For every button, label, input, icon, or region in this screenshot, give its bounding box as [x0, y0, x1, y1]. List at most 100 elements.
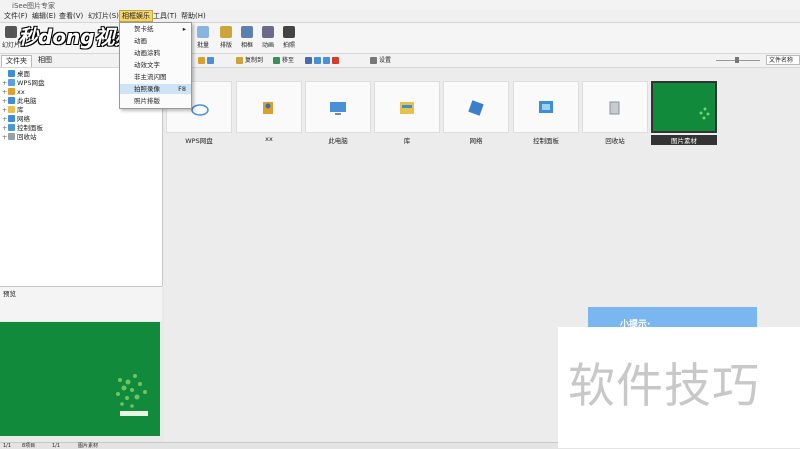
menu-slideshow[interactable]: 幻灯片(S)	[86, 11, 121, 21]
shortcut-label: F8	[178, 85, 186, 93]
thumbnail-label: WPS网盘	[185, 137, 213, 145]
filename-search-input[interactable]: 文件名称	[766, 55, 800, 65]
thumbnail-user[interactable]	[236, 81, 302, 133]
slideshow-icon	[5, 26, 17, 38]
animation-label: 动画	[261, 42, 274, 49]
thumbnail-network[interactable]	[443, 81, 509, 133]
control-panel-icon	[8, 124, 15, 131]
thumbnail-label: xx	[265, 135, 273, 143]
frame-fun-dropdown: 贺卡纸 ▸ 动画 动画涂鸦 动效文字 非主流闪图 拍照录像 F8 照片排版	[119, 22, 192, 109]
menu-item-label: 非主流闪图	[134, 73, 167, 81]
menu-item-photo-layout[interactable]: 照片排版	[120, 96, 191, 106]
tree-item-control-panel[interactable]: + 控制面板	[2, 124, 43, 133]
watermark-text: 软件技巧	[568, 359, 760, 414]
menu-edit[interactable]: 编辑(E)	[30, 11, 58, 21]
thumbnail-this-pc[interactable]	[305, 81, 371, 133]
submenu-arrow-icon: ▸	[182, 25, 186, 33]
image-icon	[699, 107, 710, 120]
baidu-logo-graphic	[116, 374, 148, 416]
watermark-panel: 软件技巧	[558, 327, 800, 448]
batch-button[interactable]: 批量	[194, 26, 212, 49]
frame-icon	[241, 26, 253, 38]
frame-button[interactable]: 相框	[238, 26, 256, 49]
preview-label: 预览	[3, 290, 16, 298]
menu-item-label: 贺卡纸	[134, 25, 154, 33]
menu-item-label: 动画	[134, 37, 147, 45]
thumbnail-recycle-bin[interactable]	[582, 81, 648, 133]
menu-view[interactable]: 查看(V)	[57, 11, 85, 21]
thumbnail-label: 控制面板	[533, 137, 559, 145]
tree-label: 桌面	[17, 70, 30, 78]
folder-up-icon	[198, 57, 205, 64]
user-icon	[263, 102, 273, 114]
menu-file[interactable]: 文件(F)	[2, 11, 30, 21]
video-logo: 秒dong视频	[18, 25, 135, 49]
menu-item-label: 照片排版	[134, 97, 160, 105]
move-to-icon	[273, 57, 280, 64]
tree-item-user[interactable]: + xx	[2, 88, 25, 97]
tip-box: 小提示·	[588, 307, 757, 330]
thumbnail-label: 回收站	[605, 137, 625, 145]
settings-button[interactable]: 设置	[370, 56, 391, 65]
zoom-slider-knob[interactable]	[735, 57, 739, 63]
nav-icons[interactable]	[198, 56, 216, 65]
layout-button[interactable]: 排版	[217, 26, 235, 49]
refresh-icon	[207, 57, 214, 64]
move-to-label: 移至	[282, 57, 295, 64]
tree-label: 库	[17, 106, 24, 114]
move-to-button[interactable]: 移至	[273, 56, 294, 65]
menu-item-animation[interactable]: 动画	[120, 36, 191, 46]
status-selection: 1/1	[52, 443, 61, 449]
network-icon	[8, 115, 15, 122]
tree-item-recycle-bin[interactable]: + 回收站	[2, 133, 37, 142]
tree-item-network[interactable]: + 网络	[2, 115, 30, 124]
tab-folders[interactable]: 文件夹	[1, 55, 32, 67]
menu-tools[interactable]: 工具(T)	[151, 11, 179, 21]
menu-item-label: 动效文字	[134, 61, 160, 69]
layout-icon	[220, 26, 232, 38]
camera-icon	[283, 26, 295, 38]
thumbnail-label: 此电脑	[328, 137, 348, 145]
menu-item-flash-image[interactable]: 非主流闪图	[120, 72, 191, 82]
recycle-bin-icon	[609, 101, 620, 115]
computer-icon	[330, 102, 346, 115]
thumbnail-label: 图片素材	[651, 135, 717, 145]
tab-albums[interactable]: 相图	[34, 55, 56, 66]
thumbnail-image-folder[interactable]	[651, 81, 717, 133]
menu-item-label: 动画涂鸦	[134, 49, 160, 57]
delete-icon	[332, 57, 339, 64]
thumbnail-control-panel[interactable]	[513, 81, 579, 133]
preview-image	[0, 322, 160, 436]
photo-button[interactable]: 拍照	[280, 26, 298, 49]
animation-button[interactable]: 动画	[259, 26, 277, 49]
tree-label: xx	[17, 88, 25, 96]
thumbnail-label: 库	[403, 137, 411, 145]
tree-item-library[interactable]: + 库	[2, 106, 24, 115]
menu-item-animated-doodle[interactable]: 动画涂鸦	[120, 48, 191, 58]
baidu-logo-text	[120, 411, 148, 416]
tools-icon	[370, 57, 377, 64]
network-icon	[468, 100, 484, 116]
menu-item-photo-video[interactable]: 拍照录像 F8	[120, 84, 191, 94]
animation-icon	[262, 26, 274, 38]
menu-item-motion-text[interactable]: 动效文字	[120, 60, 191, 70]
library-icon	[400, 102, 414, 114]
status-count: 8项目	[22, 443, 36, 449]
tree-item-desktop[interactable]: 桌面	[2, 70, 30, 79]
tree-item-wps[interactable]: + WPS网盘	[2, 79, 44, 88]
edit-icons[interactable]	[305, 56, 341, 65]
copy-to-button[interactable]: 复制到	[236, 56, 263, 65]
copy-to-label: 复制到	[245, 57, 264, 64]
menu-item-greeting-card[interactable]: 贺卡纸 ▸	[120, 24, 191, 34]
tree-label: 网络	[17, 115, 30, 123]
tree-item-this-pc[interactable]: + 此电脑	[2, 97, 37, 106]
thumbnail-label: 网络	[469, 137, 483, 145]
cut-icon	[305, 57, 312, 64]
photo-label: 拍照	[282, 42, 295, 49]
tree-label: 此电脑	[17, 97, 37, 105]
title-bar: iSee图片专家	[0, 0, 800, 10]
thumbnail-library[interactable]	[374, 81, 440, 133]
settings-label: 设置	[379, 57, 392, 64]
menu-help[interactable]: 帮助(H)	[179, 11, 208, 21]
batch-label: 批量	[196, 42, 209, 49]
